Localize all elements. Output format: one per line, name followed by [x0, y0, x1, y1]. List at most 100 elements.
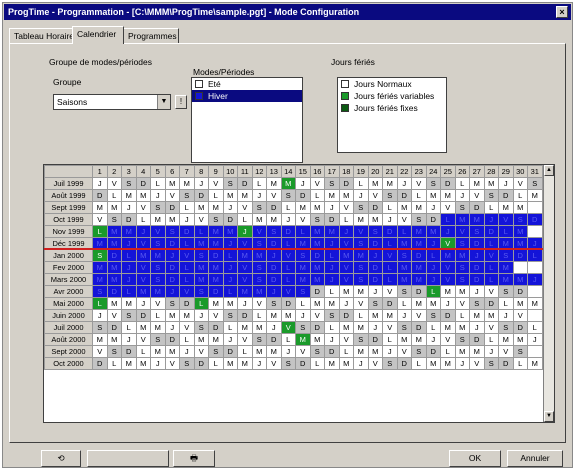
- day-cell[interactable]: V: [498, 213, 514, 226]
- cancel-button[interactable]: Annuler: [507, 450, 563, 467]
- day-cell[interactable]: S: [164, 297, 180, 310]
- day-cell[interactable]: L: [280, 333, 296, 346]
- day-cell[interactable]: M: [237, 321, 253, 334]
- day-cell[interactable]: D: [266, 273, 282, 286]
- day-cell[interactable]: S: [527, 177, 543, 190]
- day-cell[interactable]: D: [498, 357, 514, 370]
- day-cell[interactable]: L: [179, 201, 195, 214]
- day-cell[interactable]: M: [237, 285, 253, 298]
- day-cell[interactable]: M: [338, 189, 354, 202]
- day-cell[interactable]: M: [280, 177, 296, 190]
- day-cell[interactable]: M: [454, 345, 470, 358]
- day-cell[interactable]: M: [324, 357, 340, 370]
- day-cell[interactable]: S: [309, 213, 325, 226]
- day-cell[interactable]: M: [309, 273, 325, 286]
- day-cell[interactable]: M: [251, 321, 267, 334]
- day-cell[interactable]: M: [411, 273, 427, 286]
- day-cell[interactable]: M: [164, 345, 180, 358]
- day-cell[interactable]: M: [208, 297, 224, 310]
- day-cell[interactable]: S: [150, 333, 166, 346]
- day-cell[interactable]: V: [338, 333, 354, 346]
- day-column-header[interactable]: 20: [367, 165, 383, 178]
- day-cell[interactable]: L: [324, 321, 340, 334]
- day-cell[interactable]: S: [512, 345, 528, 358]
- day-cell[interactable]: J: [382, 345, 398, 358]
- day-cell[interactable]: L: [150, 177, 166, 190]
- day-cell[interactable]: D: [338, 309, 354, 322]
- day-cell[interactable]: M: [512, 273, 528, 286]
- day-cell[interactable]: D: [382, 225, 398, 238]
- day-cell[interactable]: M: [367, 345, 383, 358]
- day-cell[interactable]: M: [208, 201, 224, 214]
- day-cell[interactable]: L: [193, 297, 209, 310]
- day-cell[interactable]: M: [440, 321, 456, 334]
- day-cell[interactable]: M: [135, 189, 151, 202]
- day-cell[interactable]: S: [353, 201, 369, 214]
- day-cell[interactable]: V: [266, 189, 282, 202]
- day-cell[interactable]: M: [353, 345, 369, 358]
- day-column-header[interactable]: 25: [440, 165, 456, 178]
- calendar-scrollbar[interactable]: ▲ ▼: [543, 165, 554, 422]
- day-cell[interactable]: S: [425, 177, 441, 190]
- day-cell[interactable]: M: [338, 357, 354, 370]
- day-cell[interactable]: S: [251, 273, 267, 286]
- day-cell[interactable]: L: [106, 189, 122, 202]
- day-cell[interactable]: L: [425, 285, 441, 298]
- day-cell[interactable]: D: [396, 357, 412, 370]
- day-cell[interactable]: J: [266, 321, 282, 334]
- day-cell[interactable]: S: [179, 189, 195, 202]
- day-cell[interactable]: V: [92, 345, 108, 358]
- day-cell[interactable]: M: [222, 297, 238, 310]
- day-cell[interactable]: V: [237, 261, 253, 274]
- day-cell[interactable]: V: [469, 357, 485, 370]
- day-cell[interactable]: S: [483, 357, 499, 370]
- day-cell[interactable]: J: [251, 189, 267, 202]
- day-cell[interactable]: S: [208, 345, 224, 358]
- day-cell[interactable]: M: [367, 309, 383, 322]
- day-cell[interactable]: V: [353, 225, 369, 238]
- day-cell[interactable]: J: [396, 309, 412, 322]
- day-cell[interactable]: D: [512, 321, 528, 334]
- day-cell[interactable]: S: [353, 261, 369, 274]
- day-cell[interactable]: L: [295, 225, 311, 238]
- day-cell[interactable]: M: [222, 189, 238, 202]
- day-cell[interactable]: M: [92, 273, 108, 286]
- day-cell[interactable]: M: [280, 309, 296, 322]
- day-cell[interactable]: V: [237, 273, 253, 286]
- day-cell[interactable]: V: [498, 345, 514, 358]
- month-row-header[interactable]: Juin 2000: [44, 309, 93, 322]
- day-cell[interactable]: V: [382, 249, 398, 262]
- day-cell[interactable]: M: [483, 177, 499, 190]
- day-cell[interactable]: M: [135, 357, 151, 370]
- day-cell[interactable]: V: [396, 213, 412, 226]
- day-cell[interactable]: D: [164, 201, 180, 214]
- day-cell[interactable]: M: [295, 273, 311, 286]
- empty-day-cell[interactable]: [512, 261, 528, 274]
- day-cell[interactable]: V: [164, 189, 180, 202]
- day-cell[interactable]: S: [150, 273, 166, 286]
- day-cell[interactable]: S: [106, 213, 122, 226]
- day-column-header[interactable]: 14: [280, 165, 296, 178]
- day-column-header[interactable]: 2: [106, 165, 122, 178]
- day-cell[interactable]: J: [193, 309, 209, 322]
- day-column-header[interactable]: 8: [193, 165, 209, 178]
- tab-tableau-horaire[interactable]: Tableau Horaire: [9, 28, 74, 43]
- day-cell[interactable]: J: [179, 213, 195, 226]
- day-cell[interactable]: J: [251, 357, 267, 370]
- day-cell[interactable]: D: [512, 249, 528, 262]
- month-row-header[interactable]: Juil 1999: [44, 177, 93, 190]
- undo-button[interactable]: ⟲: [41, 450, 81, 467]
- day-cell[interactable]: M: [251, 213, 267, 226]
- month-row-header[interactable]: Mars 2000: [44, 273, 93, 286]
- day-cell[interactable]: D: [222, 213, 238, 226]
- day-cell[interactable]: S: [92, 285, 108, 298]
- day-cell[interactable]: M: [237, 189, 253, 202]
- day-cell[interactable]: S: [150, 261, 166, 274]
- day-cell[interactable]: S: [353, 273, 369, 286]
- day-cell[interactable]: L: [512, 357, 528, 370]
- day-cell[interactable]: D: [237, 177, 253, 190]
- day-column-header[interactable]: 24: [425, 165, 441, 178]
- day-cell[interactable]: M: [295, 333, 311, 346]
- day-cell[interactable]: L: [179, 333, 195, 346]
- day-cell[interactable]: S: [208, 213, 224, 226]
